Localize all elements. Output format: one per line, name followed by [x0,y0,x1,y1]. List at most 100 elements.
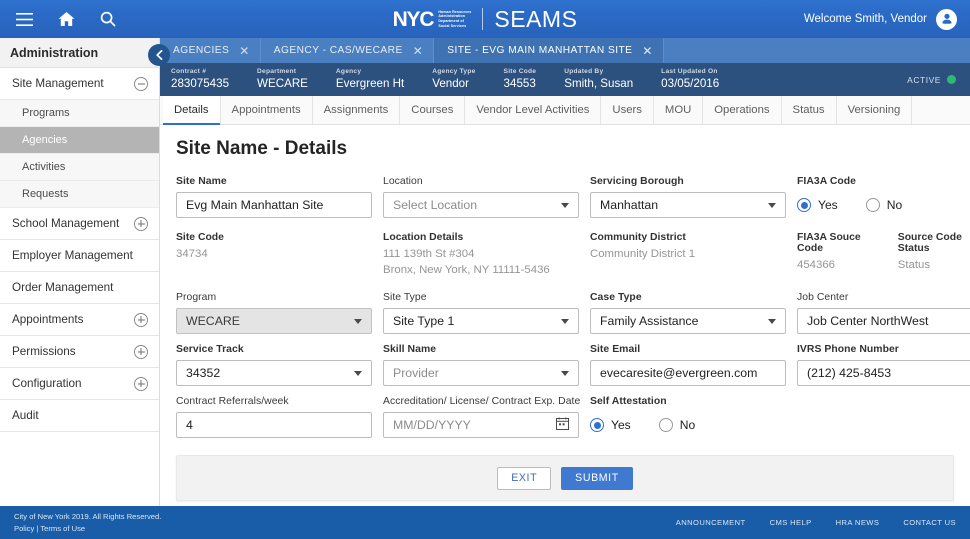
tab-details[interactable]: Details [163,96,221,125]
site-type-select[interactable]: Site Type 1 [383,308,579,335]
tab-assignments[interactable]: Assignments [312,96,401,124]
field-label: Job Center [797,292,849,304]
sidebar-subitem-programs[interactable]: Programs [0,100,159,127]
footer-link-announcement[interactable]: ANNOUNCEMENT [676,518,746,527]
close-icon[interactable]: ✕ [642,45,653,57]
sidebar-subitem-activities[interactable]: Activities [0,154,159,181]
tab-users[interactable]: Users [601,96,654,124]
calendar-icon[interactable] [556,417,569,433]
footer-policy-line: Policy | Terms of Use [14,523,161,535]
home-icon[interactable] [55,8,77,30]
welcome-user-area[interactable]: Welcome Smith, Vendor [804,0,957,38]
fia3a-code-radio-no[interactable]: No [865,198,902,212]
readonly-value: Community District 1 [590,248,696,260]
submit-button[interactable]: SUBMIT [561,466,633,490]
sidebar-item-permissions[interactable]: Permissions [0,336,159,368]
fia3a-code-radio-yes[interactable]: Yes [797,198,838,212]
field-label: Program [176,292,217,304]
field-label: Service Track [176,344,244,356]
sidebar-item-employer-management[interactable]: Employer Management [0,240,159,272]
input-value: evecaresite@evergreen.com [600,366,758,381]
select-value: Provider [393,366,439,381]
footer-terms-link[interactable]: Terms of Use [40,524,85,533]
readonly-fia3a-source-code: FIA3A Souce Code 454366 [797,232,884,274]
field-label: Site Type [383,292,427,304]
left-sidebar: Administration Site Management Programs … [0,38,170,506]
tab-versioning[interactable]: Versioning [836,96,913,124]
sidebar-item-label: Order Management [12,281,114,294]
sidebar-subitem-agencies[interactable]: Agencies [0,127,159,154]
field-label: Contract Referrals/week [176,396,289,408]
nyc-logo: NYC Human Resources Administration Depar… [393,9,472,30]
status-label: ACTIVE [907,74,941,85]
footer-link-hra-news[interactable]: HRA NEWS [836,518,880,527]
program-select[interactable]: WECARE [176,308,372,335]
location-select[interactable]: Select Location [383,192,579,218]
sidebar-item-site-management[interactable]: Site Management [0,68,159,100]
site-email-input[interactable]: evecaresite@evergreen.com [590,360,786,387]
footer-link-cms-help[interactable]: CMS HELP [770,518,812,527]
expand-plus-icon[interactable] [134,216,148,231]
meta-contract-number: Contract # 283075435 [171,68,229,90]
hra-agency-lines: Human Resources Administration Departmen… [438,9,472,28]
field-contract-referrals-per-week: Contract Referrals/week 4 [176,396,372,439]
user-avatar-icon[interactable] [936,8,957,30]
meta-value: 03/05/2016 [661,76,720,90]
servicing-borough-select[interactable]: Manhattan [590,192,786,218]
expand-plus-icon[interactable] [134,312,148,327]
self-attestation-radio-no[interactable]: No [658,418,695,433]
hamburger-menu-icon[interactable] [13,8,35,30]
field-label: Self Attestation [590,396,667,408]
accreditation-date-input[interactable]: MM/DD/YYYY [383,412,579,439]
case-type-select[interactable]: Family Assistance [590,308,786,335]
tab-vendor-level-activities[interactable]: Vendor Level Activities [465,96,602,124]
sidebar-collapse-button[interactable] [148,44,170,66]
tab-appointments[interactable]: Appointments [220,96,313,124]
chevron-down-icon [768,202,776,208]
site-name-input[interactable]: Evg Main Manhattan Site [176,192,372,218]
exit-button[interactable]: EXIT [497,466,552,490]
ivrs-phone-input[interactable]: (212) 425-8453 [797,360,970,387]
meta-agency-type: Agency Type Vendor [432,68,475,90]
tab-label: Status [792,104,825,116]
meta-value: 34553 [503,76,536,90]
page-footer: City of New York 2019. All Rights Reserv… [0,506,970,539]
collapse-minus-icon[interactable] [134,76,148,91]
tab-mou[interactable]: MOU [653,96,704,124]
job-center-select[interactable]: Job Center NorthWest [797,308,970,335]
contract-referrals-input[interactable]: 4 [176,412,372,439]
sidebar-item-order-management[interactable]: Order Management [0,272,159,304]
window-tab-site-evg-main-manhattan-site[interactable]: SITE - EVG MAIN MANHATTAN SITE ✕ [434,38,664,63]
window-tab-agencies[interactable]: AGENCIES ✕ [160,38,261,63]
sidebar-item-configuration[interactable]: Configuration [0,368,159,400]
sidebar-subitem-requests[interactable]: Requests [0,181,159,208]
sidebar-item-label: Site Management [12,77,104,90]
expand-plus-icon[interactable] [134,344,148,359]
tab-label: Assignments [323,104,389,116]
sidebar-item-school-management[interactable]: School Management [0,208,159,240]
search-icon[interactable] [97,8,119,30]
readonly-value: Status [897,259,931,271]
footer-legal: City of New York 2019. All Rights Reserv… [14,511,161,535]
service-track-select[interactable]: 34352 [176,360,372,387]
tab-status[interactable]: Status [781,96,837,124]
radio-unselected-icon [865,198,880,212]
sidebar-header: Administration [0,38,159,68]
footer-link-contact-us[interactable]: CONTACT US [903,518,956,527]
skill-name-select[interactable]: Provider [383,360,579,387]
readonly-site-code: Site Code 34734 [176,232,372,278]
close-icon[interactable]: ✕ [413,45,424,57]
sidebar-item-audit[interactable]: Audit [0,400,159,432]
window-tab-agency-cas-wecare[interactable]: AGENCY - CAS/WECARE ✕ [261,38,435,63]
tab-courses[interactable]: Courses [400,96,466,124]
sidebar-item-appointments[interactable]: Appointments [0,304,159,336]
self-attestation-radio-yes[interactable]: Yes [590,418,631,433]
field-skill-name: Skill Name Provider [383,344,579,387]
close-icon[interactable]: ✕ [239,45,250,57]
expand-plus-icon[interactable] [134,376,148,391]
tab-operations[interactable]: Operations [703,96,782,124]
body-container: Administration Site Management Programs … [0,38,970,506]
footer-policy-link[interactable]: Policy [14,524,34,533]
